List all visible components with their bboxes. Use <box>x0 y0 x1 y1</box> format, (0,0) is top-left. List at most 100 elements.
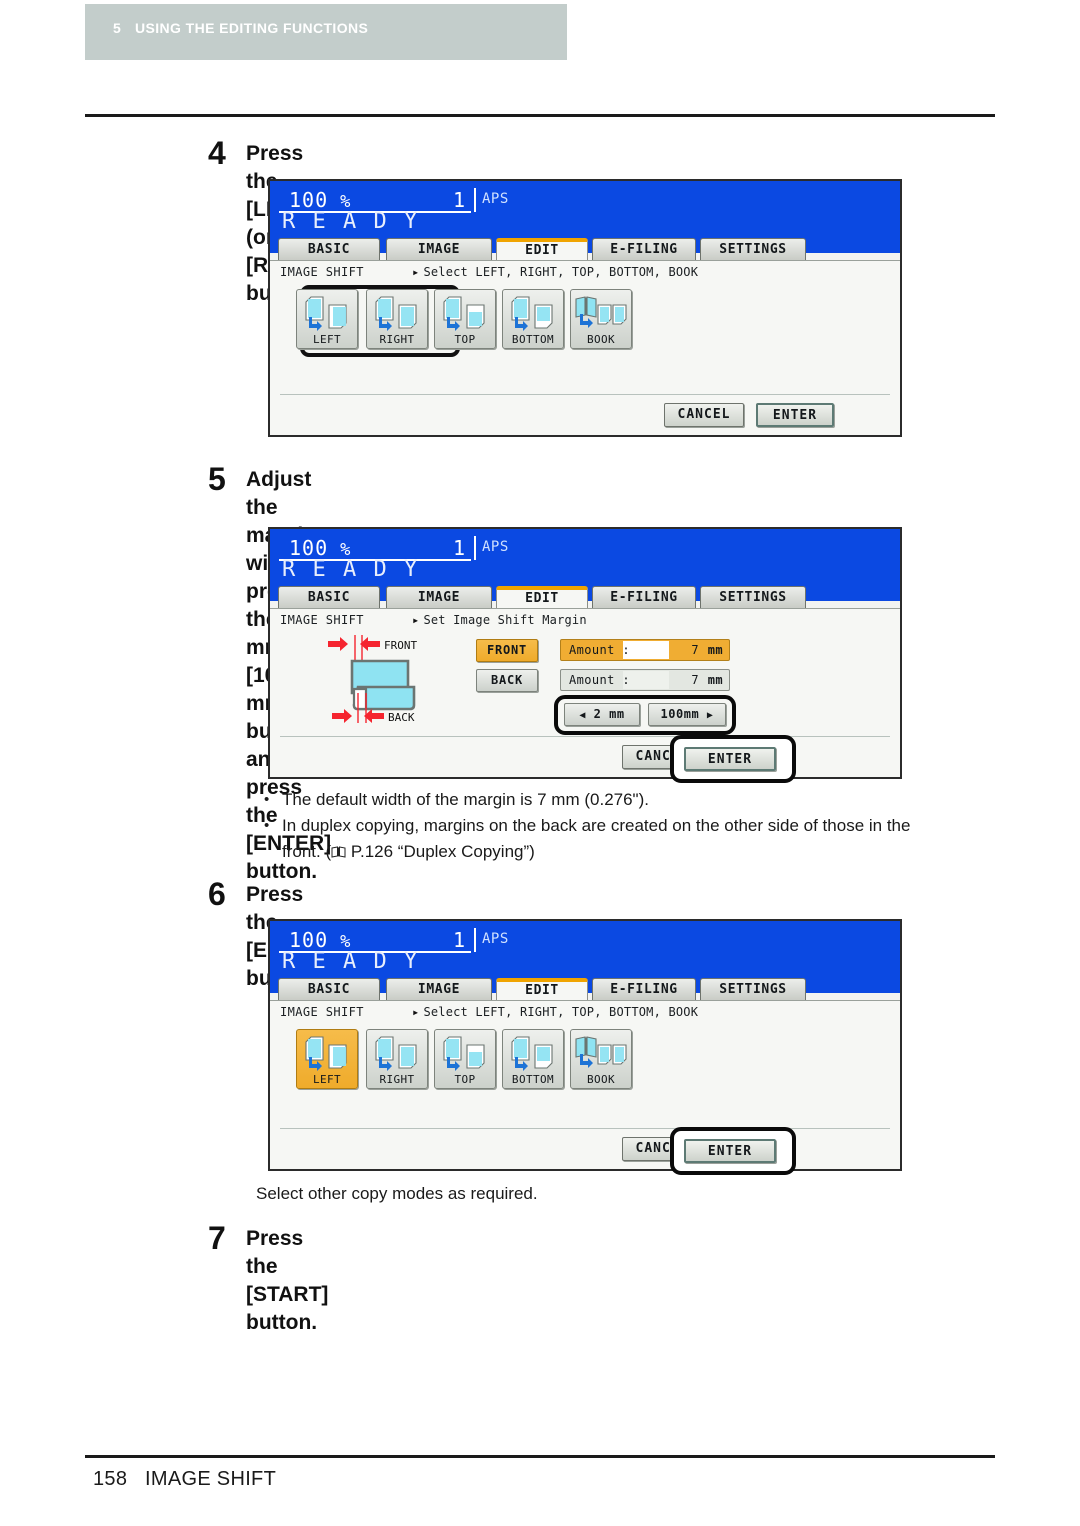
tab-e-filing[interactable]: E-FILING <box>592 978 696 1000</box>
tab-image[interactable]: IMAGE <box>386 586 492 608</box>
shift-button-label: TOP <box>454 1073 476 1086</box>
copier-lcd-panel-selected[interactable]: 100% 1 APS R E A D Y BASIC IMAGE EDIT E-FIL… <box>268 919 902 1175</box>
lcd-separator <box>280 1128 890 1129</box>
tab-basic[interactable]: BASIC <box>278 978 380 1000</box>
shift-button-bottom[interactable]: BOTTOM <box>502 289 564 349</box>
back-amount-value: 7 <box>691 673 699 687</box>
copier-lcd-panel-margin[interactable]: 100% 1 APS R E A D Y BASIC IMAGE EDIT E-FIL… <box>268 527 902 783</box>
shift-button-label: BOTTOM <box>511 1073 555 1086</box>
increase-margin-label: 100mm <box>660 707 700 721</box>
shift-button-right[interactable]: RIGHT <box>366 289 428 349</box>
front-side-button[interactable]: FRONT <box>476 639 538 662</box>
status-divider <box>474 536 476 560</box>
shift-button-label: RIGHT <box>379 1073 415 1086</box>
shift-book-icon <box>575 296 627 328</box>
tab-e-filing[interactable]: E-FILING <box>592 238 696 260</box>
chapter-title: USING THE EDITING FUNCTIONS <box>135 20 369 36</box>
status-divider <box>474 928 476 952</box>
shift-button-bottom[interactable]: BOTTOM <box>502 1029 564 1089</box>
shift-top-icon <box>443 1036 485 1071</box>
enter-button[interactable]: ENTER <box>684 1139 776 1163</box>
function-name: IMAGE SHIFT <box>280 613 364 627</box>
step-5-notes: The default width of the margin is 7 mm … <box>252 787 1012 865</box>
back-amount-label: Amount : <box>569 673 630 687</box>
note-bullet-2-line1: In duplex copying, margins on the back a… <box>282 816 911 835</box>
note-bullet-2-line2: front. ( <box>282 842 332 861</box>
note-bullet-2-ref: P.126 “Duplex Copying”) <box>346 842 535 861</box>
tab-edit[interactable]: EDIT <box>496 238 588 260</box>
header-rule <box>85 114 995 117</box>
tab-settings[interactable]: SETTINGS <box>700 238 806 260</box>
tab-edit[interactable]: EDIT <box>496 978 588 1000</box>
step-5-number: 5 <box>208 461 226 497</box>
decrease-margin-label: 2 mm <box>593 707 625 721</box>
page-footer: 158 IMAGE SHIFT <box>93 1468 276 1491</box>
margin-diagram: FRONT BACK <box>322 631 452 731</box>
lcd-body: IMAGE SHIFT ▸ Set Image Shift Margin FRO… <box>270 608 900 783</box>
shift-button-right[interactable]: RIGHT <box>366 1029 428 1089</box>
shift-button-label: RIGHT <box>379 333 415 346</box>
front-amount-value: 7 <box>691 643 699 657</box>
shift-button-left[interactable]: LEFT <box>296 289 358 349</box>
tab-settings[interactable]: SETTINGS <box>700 978 806 1000</box>
machine-status: R E A D Y <box>282 557 420 582</box>
back-amount-field[interactable]: Amount : 7 mm <box>560 669 730 691</box>
copier-lcd-panel-select[interactable]: 100% 1 APS R E A D Y BASIC IMAGE EDIT E-FIL… <box>268 179 902 437</box>
enter-button[interactable]: ENTER <box>756 403 834 427</box>
lcd-body: IMAGE SHIFT ▸ Select LEFT, RIGHT, TOP, BO… <box>270 1000 900 1175</box>
instruction-line: ▸ Set Image Shift Margin <box>412 613 587 627</box>
tab-e-filing[interactable]: E-FILING <box>592 586 696 608</box>
caret-icon: ▸ <box>412 265 420 279</box>
caret-icon: ▸ <box>412 1005 420 1019</box>
copy-count: 1 <box>452 928 465 952</box>
step-7-number: 7 <box>208 1220 226 1256</box>
page-number: 158 <box>93 1468 128 1490</box>
shift-right-icon <box>375 296 417 331</box>
paper-mode-label: APS <box>482 931 509 947</box>
shift-book-icon <box>575 1036 627 1068</box>
machine-status: R E A D Y <box>282 949 420 974</box>
step-7-text: Press the [START] button. <box>246 1227 329 1334</box>
tab-settings[interactable]: SETTINGS <box>700 586 806 608</box>
margin-diagram-svg: FRONT BACK <box>328 635 417 724</box>
tab-basic[interactable]: BASIC <box>278 238 380 260</box>
shift-button-book[interactable]: BOOK <box>570 1029 632 1089</box>
shift-button-top[interactable]: TOP <box>434 289 496 349</box>
step-4-number: 4 <box>208 135 226 171</box>
shift-right-icon <box>375 1036 417 1071</box>
paper-mode-label: APS <box>482 191 509 207</box>
diagram-back-label: BACK <box>388 711 415 724</box>
tab-edit[interactable]: EDIT <box>496 586 588 608</box>
shift-button-label: BOOK <box>586 333 616 346</box>
shift-button-left[interactable]: LEFT <box>296 1029 358 1089</box>
front-amount-field[interactable]: Amount : 7 mm <box>560 639 730 661</box>
note-bullet-2: In duplex copying, margins on the back a… <box>252 813 1012 865</box>
manual-book-icon <box>331 846 346 858</box>
back-side-button[interactable]: BACK <box>476 669 538 692</box>
copy-count: 1 <box>452 188 465 212</box>
tab-image[interactable]: IMAGE <box>386 978 492 1000</box>
shift-bottom-icon <box>511 1036 553 1071</box>
shift-button-top[interactable]: TOP <box>434 1029 496 1089</box>
footer-section: IMAGE SHIFT <box>145 1468 277 1490</box>
increase-margin-button[interactable]: 100mm ▶ <box>648 703 726 726</box>
cancel-button[interactable]: CANCEL <box>664 403 744 427</box>
instruction-line: ▸ Select LEFT, RIGHT, TOP, BOTTOM, BOOK <box>412 1005 699 1019</box>
enter-button[interactable]: ENTER <box>684 747 776 771</box>
paper-mode-label: APS <box>482 539 509 555</box>
caret-icon: ▸ <box>412 613 420 627</box>
shift-button-book[interactable]: BOOK <box>570 289 632 349</box>
shift-button-label: LEFT <box>312 1073 342 1086</box>
machine-status: R E A D Y <box>282 209 420 234</box>
lcd-body: IMAGE SHIFT ▸ Select LEFT, RIGHT, TOP, BO… <box>270 260 900 435</box>
tab-basic[interactable]: BASIC <box>278 586 380 608</box>
tab-image[interactable]: IMAGE <box>386 238 492 260</box>
diagram-front-label: FRONT <box>384 639 417 652</box>
status-divider <box>474 188 476 212</box>
back-amount-unit: mm <box>707 673 723 687</box>
copy-count: 1 <box>452 536 465 560</box>
step-6-number: 6 <box>208 876 226 912</box>
chapter-number: 5 <box>113 20 122 36</box>
front-amount-unit: mm <box>707 643 723 657</box>
decrease-margin-button[interactable]: ◀ 2 mm <box>564 703 640 726</box>
